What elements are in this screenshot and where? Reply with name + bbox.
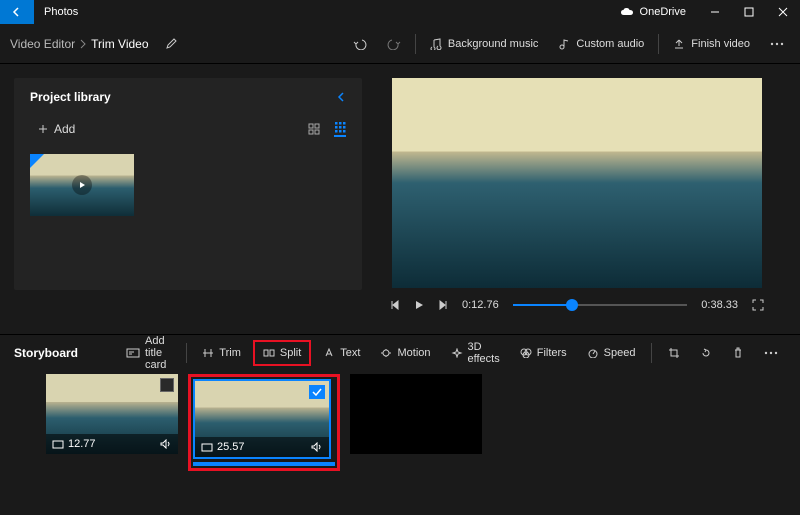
trim-icon — [202, 348, 214, 358]
split-button[interactable]: Split — [253, 340, 311, 366]
clip-duration: 25.57 — [217, 441, 245, 453]
title-bar: Photos OneDrive — [0, 0, 800, 24]
text-icon — [323, 348, 335, 358]
prev-frame-button[interactable] — [390, 300, 400, 310]
preview-frame[interactable] — [392, 78, 762, 288]
close-button[interactable] — [766, 0, 800, 24]
rename-icon[interactable] — [165, 38, 177, 50]
storyboard-clip-2-selected[interactable]: 25.57 — [188, 374, 340, 471]
custom-audio-button[interactable]: Custom audio — [548, 24, 654, 64]
maximize-button[interactable] — [732, 0, 766, 24]
onedrive-label: OneDrive — [640, 6, 686, 18]
clip-checkbox-checked[interactable] — [309, 385, 325, 399]
chevron-right-icon — [79, 39, 87, 49]
trim-label: Trim — [219, 347, 241, 359]
onedrive-status[interactable]: OneDrive — [608, 6, 698, 18]
plus-icon — [38, 124, 48, 134]
music-icon — [430, 38, 442, 50]
scrubber-knob[interactable] — [566, 299, 578, 311]
speed-icon — [587, 348, 599, 358]
volume-icon[interactable] — [311, 442, 323, 452]
grid-small-icon[interactable] — [334, 121, 346, 137]
play-overlay-icon — [72, 175, 92, 195]
volume-icon[interactable] — [160, 439, 172, 449]
audio-icon — [558, 38, 570, 50]
motion-label: Motion — [397, 347, 430, 359]
rotate-button[interactable] — [692, 340, 720, 366]
filters-button[interactable]: Filters — [512, 340, 575, 366]
text-button[interactable]: Text — [315, 340, 368, 366]
minimize-button[interactable] — [698, 0, 732, 24]
storyboard-strip: 12.77 25.57 — [0, 370, 800, 515]
breadcrumb-trim-video[interactable]: Trim Video — [87, 37, 152, 51]
fullscreen-button[interactable] — [752, 299, 764, 311]
cloud-icon — [620, 7, 634, 17]
add-label: Add — [54, 122, 75, 136]
more-storyboard-button[interactable] — [756, 340, 786, 366]
trim-button[interactable]: Trim — [194, 340, 249, 366]
grid-large-icon[interactable] — [308, 123, 320, 135]
3d-label: 3D effects — [468, 341, 500, 365]
app-name: Photos — [34, 6, 88, 18]
add-media-button[interactable]: Add — [30, 118, 83, 140]
finish-video-button[interactable]: Finish video — [663, 24, 760, 64]
background-music-button[interactable]: Background music — [420, 24, 549, 64]
next-frame-button[interactable] — [438, 300, 448, 310]
scrubber[interactable] — [513, 298, 688, 312]
preview-panel: 0:12.76 0:38.33 — [376, 64, 800, 334]
3d-effects-button[interactable]: 3D effects — [443, 340, 508, 366]
speed-label: Speed — [604, 347, 636, 359]
duration-icon — [201, 443, 213, 452]
title-card-icon — [126, 348, 140, 358]
redo-button[interactable] — [377, 24, 411, 64]
title-card-label: Add title card — [145, 335, 170, 371]
storyboard-title: Storyboard — [14, 346, 114, 360]
more-button[interactable] — [760, 24, 794, 64]
text-label: Text — [340, 347, 360, 359]
total-time: 0:38.33 — [701, 299, 738, 311]
bg-music-label: Background music — [448, 38, 539, 50]
clip-selection-bar — [193, 462, 335, 466]
sparkle-icon — [451, 348, 463, 358]
motion-button[interactable]: Motion — [372, 340, 438, 366]
duration-icon — [52, 440, 64, 449]
storyboard-toolbar: Storyboard Add title card Trim Split Tex… — [0, 334, 800, 370]
export-icon — [673, 38, 685, 50]
library-clip-thumbnail[interactable] — [30, 154, 134, 216]
current-time: 0:12.76 — [462, 299, 499, 311]
undo-button[interactable] — [343, 24, 377, 64]
filters-label: Filters — [537, 347, 567, 359]
delete-button[interactable] — [724, 340, 752, 366]
filters-icon — [520, 348, 532, 358]
split-icon — [263, 348, 275, 358]
speed-button[interactable]: Speed — [579, 340, 644, 366]
library-title: Project library — [30, 90, 111, 104]
crop-button[interactable] — [660, 340, 688, 366]
app-toolbar: Video Editor Trim Video Background music… — [0, 24, 800, 64]
back-button[interactable] — [0, 0, 34, 24]
finish-label: Finish video — [691, 38, 750, 50]
project-library-panel: Project library Add — [0, 64, 376, 334]
split-label: Split — [280, 347, 301, 359]
collapse-icon[interactable] — [336, 91, 346, 103]
clip-checkbox[interactable] — [160, 378, 174, 392]
motion-icon — [380, 348, 392, 358]
add-title-card-button[interactable]: Add title card — [118, 340, 178, 366]
storyboard-clip-empty[interactable] — [350, 374, 482, 454]
storyboard-clip-1[interactable]: 12.77 — [46, 374, 178, 454]
custom-audio-label: Custom audio — [576, 38, 644, 50]
clip-duration: 12.77 — [68, 438, 96, 450]
play-button[interactable] — [414, 300, 424, 310]
breadcrumb-video-editor[interactable]: Video Editor — [6, 37, 79, 51]
selected-corner — [30, 154, 44, 168]
